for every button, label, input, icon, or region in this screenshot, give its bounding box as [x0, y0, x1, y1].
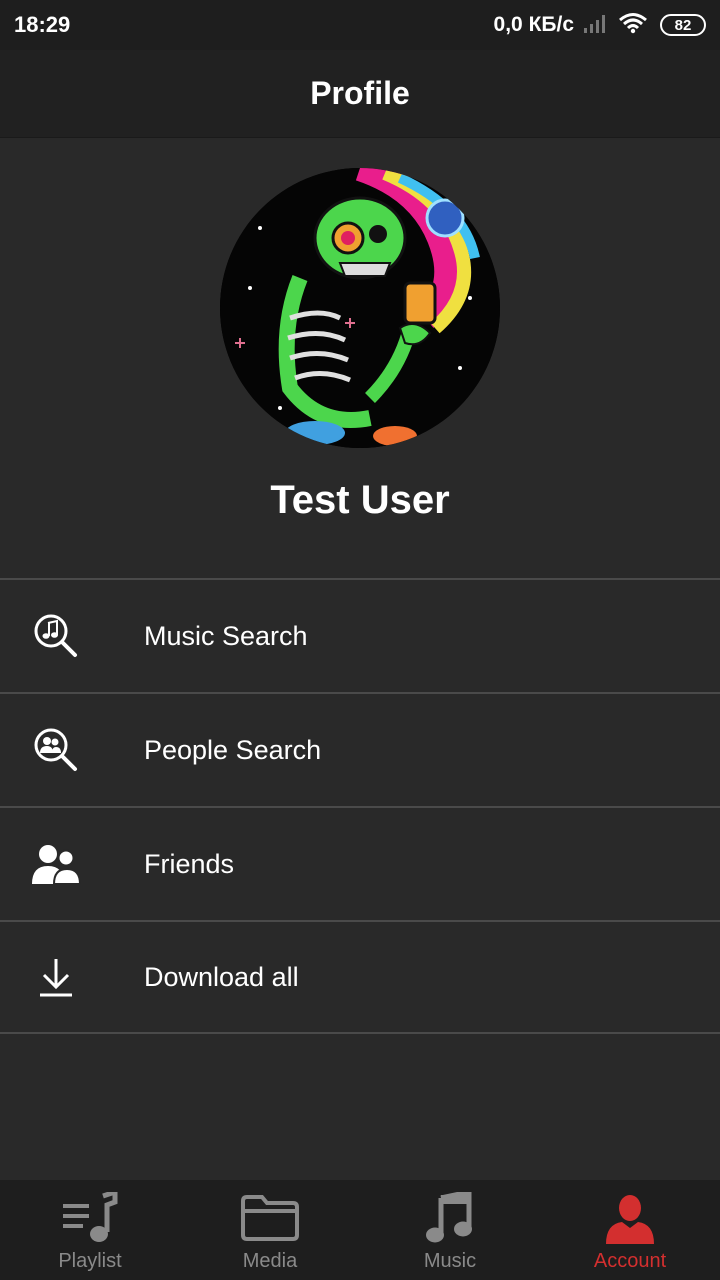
nav-item-playlist[interactable]: Playlist	[0, 1180, 180, 1280]
menu-label-friends: Friends	[144, 848, 235, 879]
nav-item-account[interactable]: Account	[540, 1180, 720, 1280]
status-bar: 18:29 0,0 КБ/с 82	[0, 0, 720, 50]
menu-label-people-search: People Search	[144, 734, 322, 765]
avatar[interactable]	[220, 168, 500, 448]
app-header: Profile	[0, 50, 720, 138]
menu-item-download-all[interactable]: Download all	[0, 920, 720, 1034]
network-speed: 0,0 КБ/с	[493, 13, 574, 36]
people-search-icon	[28, 722, 84, 778]
profile-menu: Music Search People Search Friends Downl…	[0, 578, 720, 1034]
wifi-icon	[618, 12, 648, 39]
nav-item-music[interactable]: Music	[360, 1180, 540, 1280]
music-search-icon	[28, 608, 84, 664]
music-note-icon	[418, 1190, 482, 1246]
status-time: 18:29	[14, 12, 71, 37]
nav-label-media: Media	[242, 1250, 298, 1272]
account-icon	[598, 1190, 662, 1246]
playlist-icon	[58, 1190, 122, 1246]
skeleton-artwork-avatar	[220, 168, 500, 448]
bottom-navigation: Playlist Media Music Account	[0, 1180, 720, 1280]
menu-item-friends[interactable]: Friends	[0, 806, 720, 920]
nav-label-account: Account	[593, 1250, 667, 1272]
nav-item-media[interactable]: Media	[180, 1180, 360, 1280]
friends-icon	[28, 836, 84, 892]
user-name: Test User	[270, 478, 450, 522]
status-indicators: 0,0 КБ/с 82	[494, 12, 706, 39]
nav-label-playlist: Playlist	[58, 1250, 122, 1272]
page-title: Profile	[310, 75, 410, 111]
menu-label-download-all: Download all	[144, 961, 299, 992]
download-icon	[28, 949, 84, 1005]
menu-item-people-search[interactable]: People Search	[0, 692, 720, 806]
nav-label-music: Music	[423, 1250, 477, 1272]
battery-indicator: 82	[660, 14, 706, 36]
signal-icon	[582, 12, 610, 39]
folder-icon	[238, 1190, 302, 1246]
menu-item-music-search[interactable]: Music Search	[0, 578, 720, 692]
menu-label-music-search: Music Search	[144, 620, 308, 651]
